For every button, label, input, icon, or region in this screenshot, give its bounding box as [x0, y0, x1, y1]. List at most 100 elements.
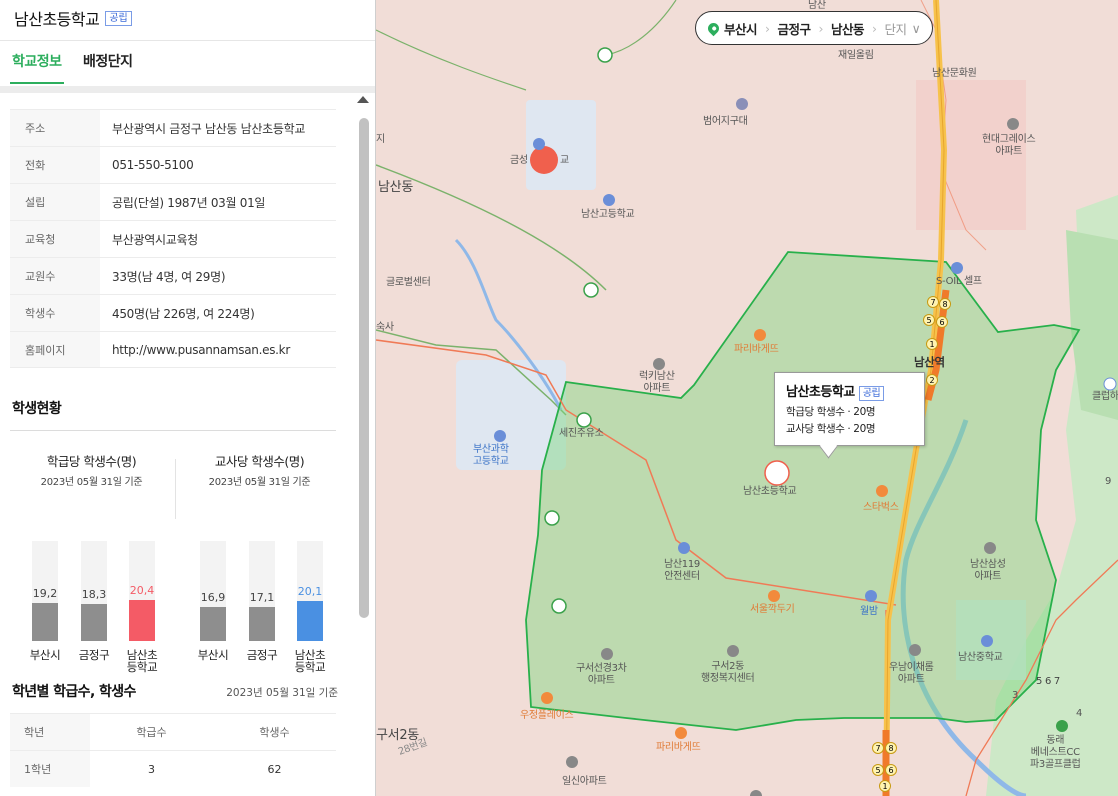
- chart-category-label: 금정구: [78, 648, 110, 662]
- chart-bar: 20,4 남산초 등학교: [127, 541, 158, 673]
- map-label: 구서2동 행정복지센터: [701, 661, 755, 684]
- chart-bar-fill: [297, 601, 323, 641]
- subway-exit-number: 7: [930, 298, 935, 307]
- info-label: 학생수: [10, 295, 100, 331]
- homepage-link[interactable]: http://www.pusannamsan.es.kr: [100, 343, 290, 357]
- chart-bar: 19,2 부산시: [30, 541, 61, 661]
- map-label: 숙사: [376, 322, 394, 333]
- location-pin-icon: [705, 20, 722, 36]
- school-type-badge: 공립: [105, 10, 132, 26]
- school-popup[interactable]: 남산초등학교 공립 학급당 학생수 · 20명 교사당 학생수 · 20명: [774, 372, 925, 446]
- popup-line: 학급당 학생수 · 20명: [786, 406, 876, 418]
- info-label: 전화: [10, 147, 100, 183]
- chart-students-per-class: 학급당 학생수(명) 2023년 05월 31일 기준 19,2 부산시 18,3 금…: [10, 451, 173, 673]
- table-header-cell: 학년: [10, 714, 90, 750]
- road: [605, 0, 677, 56]
- chart-bar: 17,1 금정구: [247, 541, 278, 661]
- info-value: 공립(단설) 1987년 03월 01일: [112, 195, 266, 210]
- map-view[interactable]: 7 8 5 6 1 2 7 8 5 6 1 남산 재일올림 남산문화원 범어지구…: [376, 0, 1118, 796]
- map-label-district: 구서2동: [376, 728, 419, 743]
- map-label: 클럽하우: [1092, 391, 1118, 402]
- divider: [0, 86, 375, 93]
- subway-exit-number: 6: [939, 318, 944, 327]
- table-cell: 62: [267, 762, 282, 776]
- table-header-cell: 학생수: [259, 726, 290, 739]
- chart-category-label-line: 등학교: [294, 660, 326, 674]
- map-label: S-OIL 셀프: [936, 276, 982, 287]
- map-label: 월밤: [860, 606, 878, 617]
- divider: [175, 459, 176, 519]
- map-label-district: 남산동: [378, 180, 413, 195]
- scrollbar-thumb[interactable]: [359, 118, 369, 618]
- chart-bar: 16,9 부산시: [198, 541, 229, 661]
- map-label: 글로벌센터: [386, 277, 431, 288]
- map-label: 럭키남산 아파트: [639, 371, 675, 394]
- panel-header: 남산초등학교 공립: [14, 7, 132, 29]
- map-label: 부산과학 고등학교: [473, 444, 509, 467]
- app: 남산초등학교 공립 학교정보 배정단지 주소 부산광역시 금정구 남산동 남산초…: [0, 0, 1118, 796]
- map-label: 파리바게뜨: [656, 742, 701, 753]
- tab-assigned-complex[interactable]: 배정단지: [83, 51, 133, 71]
- chart-data-label: 18,3: [81, 588, 107, 601]
- map-label: 5 6 7: [1036, 676, 1060, 687]
- subway-exit-number: 8: [942, 300, 947, 309]
- chevron-right-icon: ›: [818, 20, 824, 36]
- table-cell: 3: [148, 762, 155, 776]
- map-label: 남산삼성 아파트: [970, 559, 1006, 582]
- chart-title: 교사당 학생수(명): [214, 454, 305, 469]
- info-value: 450명(남 226명, 여 224명): [112, 306, 255, 321]
- chart-students-per-teacher: 교사당 학생수(명) 2023년 05월 31일 기준 16,9 부산시 17,1 금…: [178, 451, 341, 673]
- chevron-right-icon: ›: [765, 20, 770, 36]
- chart-bar: 20,1 남산초 등학교: [295, 541, 326, 673]
- map-label: 우남이채롬 아파트: [889, 662, 934, 685]
- map-label: 3: [1012, 690, 1019, 701]
- breadcrumb-item-city[interactable]: 부산시: [724, 19, 758, 38]
- school-info-panel: 남산초등학교 공립 학교정보 배정단지 주소 부산광역시 금정구 남산동 남산초…: [0, 0, 376, 796]
- chart-bar-fill: [81, 604, 107, 641]
- chevron-down-icon[interactable]: ∨: [912, 21, 921, 36]
- map-label: 남산119 안전센터: [664, 559, 700, 582]
- table-cell: 1학년: [10, 751, 90, 787]
- map-label: 재일올림: [838, 50, 874, 61]
- breadcrumb-item-district[interactable]: 금정구: [778, 19, 812, 38]
- chart-bar: 18,3 금정구: [79, 541, 110, 661]
- breadcrumb-item-dong[interactable]: 남산동: [831, 19, 865, 38]
- table-header-cell: 학급수: [136, 726, 167, 739]
- chart-bar-fill: [200, 607, 226, 641]
- map-label: 현대그레이스 아파트: [982, 134, 1036, 157]
- panel-scroll-content: 주소 부산광역시 금정구 남산동 남산초등학교 전화 051-550-5100 …: [10, 93, 360, 796]
- info-row-homepage: 홈페이지 http://www.pusannamsan.es.kr: [10, 331, 336, 368]
- map-label: 범어지구대: [703, 116, 748, 127]
- chart-category-label-line: 등학교: [126, 660, 158, 674]
- map-label: 지: [376, 134, 385, 145]
- info-row-founded: 설립 공립(단설) 1987년 03월 01일: [10, 183, 336, 220]
- subway-exit-number: 7: [875, 744, 880, 753]
- info-value: 33명(남 4명, 여 29명): [112, 269, 226, 284]
- subway-exit-number: 6: [888, 766, 893, 775]
- info-row-address: 주소 부산광역시 금정구 남산동 남산초등학교: [10, 109, 336, 146]
- subway-exit-number: 8: [888, 744, 893, 753]
- chart-bar-fill: [32, 603, 58, 641]
- chart-data-label: 17,1: [249, 591, 275, 604]
- map-label: 파리바게뜨: [734, 344, 779, 355]
- map-label: 9: [1105, 476, 1112, 487]
- chart-category-label: 부산시: [197, 648, 229, 662]
- popup-type-badge: 공립: [858, 386, 885, 401]
- info-label: 교원수: [10, 258, 100, 294]
- chart-data-label: 20,4: [129, 584, 155, 597]
- map-label: 남산고등학교: [581, 209, 635, 220]
- tab-school-info[interactable]: 학교정보: [10, 51, 64, 84]
- chevron-right-icon: ›: [872, 20, 877, 36]
- map-label: 구서선경3차 아파트: [576, 663, 627, 686]
- info-value: 부산광역시 금정구 남산동 남산초등학교: [112, 121, 306, 136]
- map-label: 동래 베네스트CC 파3골프클럽: [1030, 735, 1081, 770]
- info-value: 부산광역시교육청: [112, 232, 198, 247]
- map-label: 스타벅스: [863, 502, 899, 513]
- info-label: 홈페이지: [10, 332, 100, 367]
- map-label: 4: [1076, 708, 1083, 719]
- breadcrumb-item-complex[interactable]: 단지: [885, 19, 908, 38]
- region-breadcrumb[interactable]: 부산시 › 금정구 › 남산동 › 단지 ∨: [695, 11, 934, 45]
- grades-date: 2023년 05월 31일 기준: [226, 687, 338, 699]
- panel-tabs: 학교정보 배정단지: [0, 40, 375, 86]
- map-label: 우정플레이스: [520, 710, 574, 721]
